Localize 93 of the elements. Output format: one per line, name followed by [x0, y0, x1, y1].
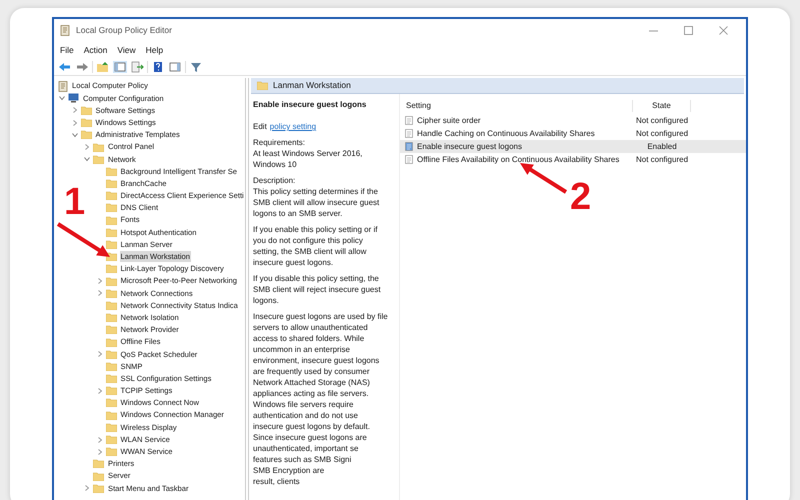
folder-icon: [106, 179, 116, 188]
chevron-right-icon[interactable]: [72, 120, 78, 126]
folder-icon: [106, 191, 116, 200]
folder-icon: [106, 203, 116, 212]
folder-icon: [93, 459, 104, 468]
policy-setting-icon: [405, 142, 413, 151]
close-icon[interactable]: [719, 26, 728, 35]
policy-document-icon: [60, 25, 70, 36]
folder-icon: [106, 374, 116, 384]
chevron-right-icon[interactable]: [72, 107, 78, 114]
folder-icon: [106, 422, 116, 432]
setting-name: Cipher suite order: [417, 114, 481, 126]
folder-icon: [106, 228, 116, 237]
policy-setting-icon: [405, 155, 413, 164]
folder-icon: [80, 106, 92, 115]
policy-setting-link[interactable]: policy setting: [270, 121, 316, 132]
folder-icon: [106, 386, 116, 396]
settings-row[interactable]: Offline Files Availability on Continuous Availability Shares Not configured: [400, 153, 746, 166]
setting-state: Not configured: [634, 114, 690, 126]
folder-icon: [106, 313, 116, 322]
folder-icon: [106, 216, 116, 225]
folder-icon: [106, 398, 116, 408]
folder-icon: [93, 142, 104, 152]
description-paragraph: Description: This policy setting determines if the SMB client will allow insecure guest logons to an SMB server.: [253, 175, 380, 219]
folder-icon: [106, 410, 116, 420]
setting-state: Enabled: [646, 140, 678, 152]
policy-setting-icon: [405, 129, 413, 138]
chevron-right-icon[interactable]: [96, 351, 102, 358]
folder-icon: [106, 264, 116, 274]
pane-header-title: Lanman Workstation: [273, 79, 351, 92]
chevron-right-icon[interactable]: [96, 290, 102, 296]
setting-state: Not configured: [634, 128, 690, 140]
setting-name: Enable insecure guest logons: [417, 140, 522, 152]
folder-icon: [106, 338, 116, 347]
settings-row[interactable]: Cipher suite order Not configured: [400, 114, 746, 127]
maximize-icon[interactable]: [684, 26, 693, 35]
pane-toggle-icon[interactable]: [113, 60, 127, 72]
window-title: Local Group Policy Editor: [76, 24, 172, 37]
chevron-right-icon[interactable]: [96, 436, 102, 443]
folder-up-icon[interactable]: [96, 60, 110, 72]
menu-item[interactable]: Help: [146, 44, 164, 56]
setting-name: Offline Files Availability on Continuous Availability Shares: [417, 154, 620, 166]
arrow-icon: [55, 221, 113, 260]
chevron-right-icon[interactable]: [96, 278, 102, 284]
step-number: 2: [570, 178, 592, 216]
folder-icon: [106, 300, 116, 310]
policy-title: Enable insecure guest logons: [253, 99, 368, 110]
back-arrow-icon[interactable]: [58, 60, 72, 72]
chevron-right-icon[interactable]: [96, 448, 102, 455]
folder-icon: [106, 288, 116, 298]
chevron-down-icon[interactable]: [84, 156, 90, 162]
menu-item[interactable]: Action: [84, 44, 108, 56]
menu-item[interactable]: View: [117, 44, 136, 56]
description-paragraph: Insecure guest logons are used by file servers to allow unauthenticated access to shared folders. While uncommon in an enterprise environment, insecure guest logons are frequently used by consumer Network Attached Storage (NAS) appliances acting as file servers. Windows file servers require authentication and do not use insecure guest logons by default. Since insecure guest logons are unauthenticated, important se features such as SMB Signi SMB Encryption are result, clients: [253, 311, 389, 487]
menu-item[interactable]: File: [60, 44, 74, 56]
chevron-down-icon[interactable]: [72, 132, 78, 138]
edit-label: Edit: [253, 121, 267, 132]
action-pane-icon[interactable]: [168, 60, 182, 72]
folder-icon: [80, 130, 92, 140]
folder-icon: [93, 154, 104, 164]
chevron-right-icon[interactable]: [84, 485, 90, 492]
folder-icon: [106, 447, 116, 456]
chevron-down-icon[interactable]: [59, 95, 65, 102]
description-paragraph: Requirements: At least Windows Server 2016, Windows 10: [253, 137, 364, 170]
settings-row[interactable]: Handle Caching on Continuous Availability Shares Not configured: [400, 127, 746, 140]
forward-arrow-icon[interactable]: [75, 60, 89, 72]
setting-name: Handle Caching on Continuous Availability Shares: [417, 128, 595, 140]
folder-icon: [106, 362, 116, 371]
folder-icon: [106, 435, 116, 444]
column-header[interactable]: State: [633, 100, 691, 112]
folder-icon: [93, 484, 104, 493]
folder-icon: [80, 118, 92, 128]
description-paragraph: If you disable this policy setting, the SMB client will reject insecure guest logons.: [253, 273, 382, 306]
chevron-right-icon[interactable]: [96, 388, 102, 394]
step-number: 1: [64, 183, 86, 221]
column-header[interactable]: Setting: [400, 100, 633, 112]
folder-icon: [106, 350, 116, 359]
setting-state: Not configured: [634, 154, 690, 166]
filter-icon[interactable]: [189, 60, 203, 72]
folder-icon: [106, 276, 116, 286]
folder-icon: [257, 81, 268, 90]
folder-icon: [106, 166, 116, 176]
folder-icon: [106, 240, 116, 250]
settings-row[interactable]: Enable insecure guest logons Enabled: [400, 140, 746, 153]
export-list-icon[interactable]: [130, 60, 144, 72]
help-icon[interactable]: [151, 60, 165, 72]
folder-icon: [93, 472, 104, 481]
folder-icon: [106, 325, 116, 334]
description-paragraph: If you enable this policy setting or if you do not configure this policy setting, the SMB client will allow insecure guest logons.: [253, 224, 379, 268]
chevron-right-icon[interactable]: [84, 144, 90, 150]
policy-setting-icon: [405, 116, 413, 125]
policy-document-icon: [58, 80, 68, 92]
computer-icon: [68, 93, 79, 104]
